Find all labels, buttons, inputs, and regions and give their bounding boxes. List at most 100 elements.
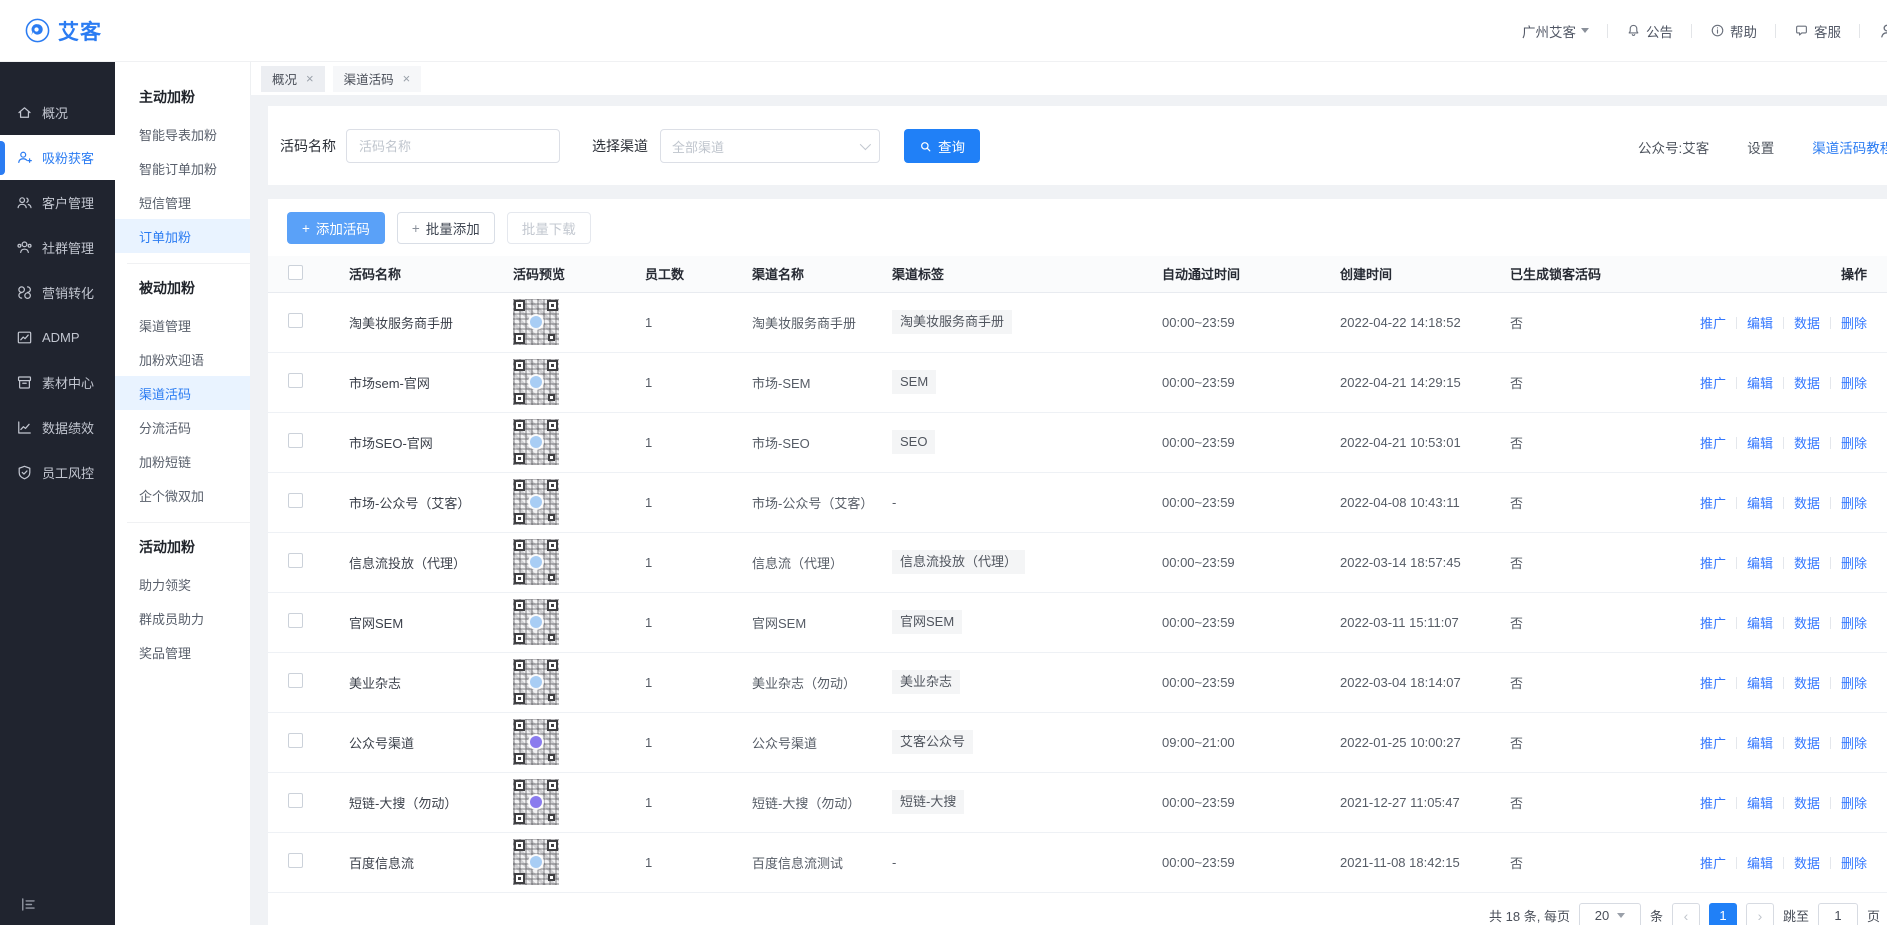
channel-select[interactable]: 全部渠道	[660, 129, 880, 163]
delete-link[interactable]: 删除	[1841, 676, 1867, 691]
qr-code-thumbnail[interactable]	[513, 539, 559, 585]
nav-user[interactable]	[1878, 22, 1887, 40]
submenu-item-boost-reward[interactable]: 助力领奖	[115, 567, 250, 601]
sidebar-item-overview[interactable]: 概况	[0, 90, 115, 135]
delete-link[interactable]: 删除	[1841, 496, 1867, 511]
qr-code-thumbnail[interactable]	[513, 299, 559, 345]
qr-code-thumbnail[interactable]	[513, 659, 559, 705]
tab-overview[interactable]: 概况×	[261, 66, 325, 92]
submenu-item-order-fans[interactable]: 订单加粉	[115, 219, 250, 253]
row-checkbox[interactable]	[288, 313, 303, 328]
submenu-item-group-member-boost[interactable]: 群成员助力	[115, 601, 250, 635]
sidebar-item-data-performance[interactable]: 数据绩效	[0, 405, 115, 450]
promote-link[interactable]: 推广	[1700, 856, 1726, 871]
qr-code-thumbnail[interactable]	[513, 599, 559, 645]
edit-link[interactable]: 编辑	[1747, 736, 1773, 751]
sidebar-item-staff-risk[interactable]: 员工风控	[0, 450, 115, 495]
promote-link[interactable]: 推广	[1700, 376, 1726, 391]
delete-link[interactable]: 删除	[1841, 796, 1867, 811]
nav-announcements[interactable]: 公告	[1626, 21, 1673, 41]
promote-link[interactable]: 推广	[1700, 496, 1726, 511]
edit-link[interactable]: 编辑	[1747, 496, 1773, 511]
next-page-button[interactable]: ›	[1746, 903, 1774, 925]
tab-channel-qr[interactable]: 渠道活码×	[333, 66, 422, 92]
data-link[interactable]: 数据	[1794, 796, 1820, 811]
sidebar-item-material-center[interactable]: 素材中心	[0, 360, 115, 405]
qr-code-thumbnail[interactable]	[513, 839, 559, 885]
edit-link[interactable]: 编辑	[1747, 316, 1773, 331]
sidebar-item-marketing-conversion[interactable]: 营销转化	[0, 270, 115, 315]
promote-link[interactable]: 推广	[1700, 556, 1726, 571]
qr-code-thumbnail[interactable]	[513, 719, 559, 765]
data-link[interactable]: 数据	[1794, 556, 1820, 571]
jump-page-input[interactable]	[1818, 903, 1858, 925]
submenu-item-channel-management[interactable]: 渠道管理	[115, 308, 250, 342]
submenu-item-prize-management[interactable]: 奖品管理	[115, 635, 250, 669]
data-link[interactable]: 数据	[1794, 376, 1820, 391]
promote-link[interactable]: 推广	[1700, 616, 1726, 631]
add-qr-button[interactable]: + 添加活码	[287, 212, 385, 244]
delete-link[interactable]: 删除	[1841, 436, 1867, 451]
collapse-sidebar-icon[interactable]	[20, 896, 37, 913]
edit-link[interactable]: 编辑	[1747, 556, 1773, 571]
batch-download-button[interactable]: 批量下载	[507, 212, 591, 244]
nav-support[interactable]: 客服	[1794, 21, 1841, 41]
row-checkbox[interactable]	[288, 853, 303, 868]
sidebar-item-admp[interactable]: ADMP	[0, 315, 115, 360]
submenu-item-fans-short-link[interactable]: 加粉短链	[115, 444, 250, 478]
data-link[interactable]: 数据	[1794, 496, 1820, 511]
close-icon[interactable]: ×	[306, 72, 314, 85]
submenu-item-channel-qr[interactable]: 渠道活码	[115, 376, 250, 410]
row-checkbox[interactable]	[288, 493, 303, 508]
row-checkbox[interactable]	[288, 673, 303, 688]
tutorial-link[interactable]: 渠道活码教程	[1812, 137, 1887, 157]
promote-link[interactable]: 推广	[1700, 436, 1726, 451]
data-link[interactable]: 数据	[1794, 856, 1820, 871]
select-all-checkbox[interactable]	[288, 265, 303, 280]
row-checkbox[interactable]	[288, 733, 303, 748]
row-checkbox[interactable]	[288, 373, 303, 388]
delete-link[interactable]: 删除	[1841, 856, 1867, 871]
sidebar-item-community-management[interactable]: 社群管理	[0, 225, 115, 270]
delete-link[interactable]: 删除	[1841, 316, 1867, 331]
submenu-item-dual-add[interactable]: 企个微双加	[115, 478, 250, 512]
qr-code-thumbnail[interactable]	[513, 419, 559, 465]
delete-link[interactable]: 删除	[1841, 556, 1867, 571]
promote-link[interactable]: 推广	[1700, 676, 1726, 691]
sidebar-item-fans-acquisition[interactable]: 吸粉获客	[0, 135, 115, 180]
sidebar-item-customer-management[interactable]: 客户管理	[0, 180, 115, 225]
row-checkbox[interactable]	[288, 553, 303, 568]
promote-link[interactable]: 推广	[1700, 736, 1726, 751]
data-link[interactable]: 数据	[1794, 616, 1820, 631]
qr-code-thumbnail[interactable]	[513, 359, 559, 405]
data-link[interactable]: 数据	[1794, 436, 1820, 451]
data-link[interactable]: 数据	[1794, 736, 1820, 751]
edit-link[interactable]: 编辑	[1747, 676, 1773, 691]
delete-link[interactable]: 删除	[1841, 616, 1867, 631]
promote-link[interactable]: 推广	[1700, 796, 1726, 811]
promote-link[interactable]: 推广	[1700, 316, 1726, 331]
current-page-button[interactable]: 1	[1709, 903, 1737, 925]
row-checkbox[interactable]	[288, 613, 303, 628]
qr-code-thumbnail[interactable]	[513, 479, 559, 525]
edit-link[interactable]: 编辑	[1747, 376, 1773, 391]
page-size-select[interactable]: 20	[1579, 903, 1641, 925]
delete-link[interactable]: 删除	[1841, 736, 1867, 751]
org-switcher[interactable]: 广州艾客	[1522, 21, 1589, 41]
qr-name-input[interactable]	[346, 129, 560, 163]
edit-link[interactable]: 编辑	[1747, 436, 1773, 451]
row-checkbox[interactable]	[288, 433, 303, 448]
data-link[interactable]: 数据	[1794, 676, 1820, 691]
delete-link[interactable]: 删除	[1841, 376, 1867, 391]
submenu-item-split-qr[interactable]: 分流活码	[115, 410, 250, 444]
nav-help[interactable]: 帮助	[1710, 21, 1757, 41]
batch-add-button[interactable]: + 批量添加	[397, 212, 495, 244]
data-link[interactable]: 数据	[1794, 316, 1820, 331]
row-checkbox[interactable]	[288, 793, 303, 808]
submenu-item-smart-order-fans[interactable]: 智能订单加粉	[115, 151, 250, 185]
submenu-item-welcome-message[interactable]: 加粉欢迎语	[115, 342, 250, 376]
edit-link[interactable]: 编辑	[1747, 616, 1773, 631]
prev-page-button[interactable]: ‹	[1672, 903, 1700, 925]
submenu-item-smart-import-fans[interactable]: 智能导表加粉	[115, 117, 250, 151]
settings-link[interactable]: 设置	[1747, 137, 1774, 157]
